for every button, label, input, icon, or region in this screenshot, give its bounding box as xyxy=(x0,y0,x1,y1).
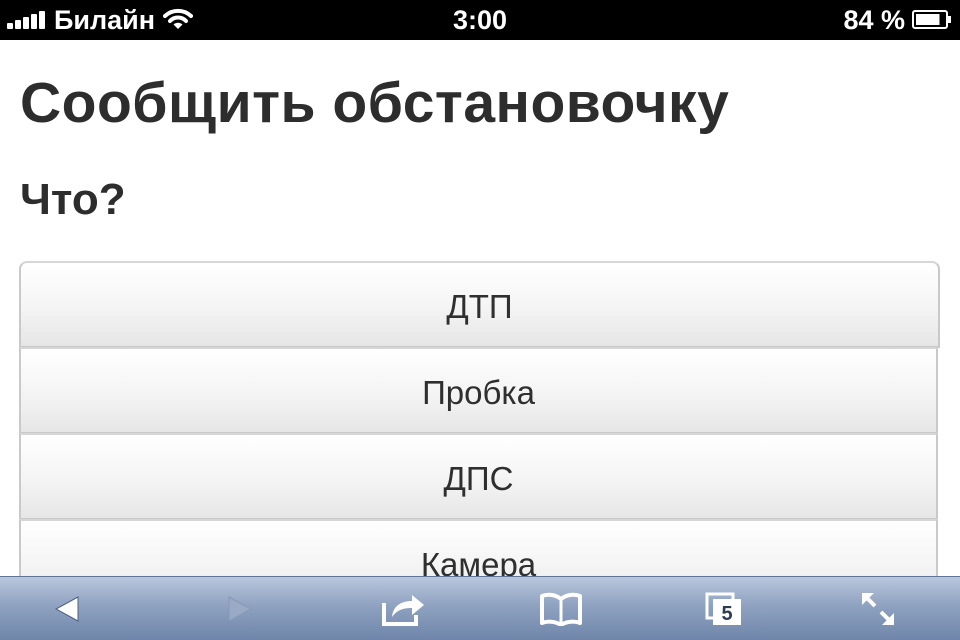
clock: 3:00 xyxy=(452,5,508,35)
battery-icon xyxy=(912,10,951,29)
forward-icon xyxy=(228,596,253,622)
back-icon xyxy=(54,596,79,622)
tabs-icon: 5 xyxy=(705,592,741,625)
option-button-camera[interactable]: Камера xyxy=(19,519,938,576)
tabs-button[interactable]: 5 xyxy=(684,577,764,640)
option-button-traffic-police[interactable]: ДПС xyxy=(19,433,938,520)
option-button-traffic-jam[interactable]: Пробка xyxy=(19,347,938,434)
browser-toolbar: 5 xyxy=(0,576,960,640)
tabs-count: 5 xyxy=(721,603,732,625)
status-bar: Билайн 3:00 84 % xyxy=(0,0,960,40)
bookmarks-button[interactable] xyxy=(521,577,601,640)
battery-percent: 84 % xyxy=(843,5,905,35)
bookmarks-icon xyxy=(540,592,582,626)
share-button[interactable] xyxy=(364,577,444,640)
share-icon xyxy=(382,595,424,626)
safari-screen: Билайн 3:00 84 % Сообщить обстановочку Ч… xyxy=(0,0,960,640)
web-page: Сообщить обстановочку Что? ДТП Пробка ДП… xyxy=(0,40,960,576)
back-button[interactable] xyxy=(27,577,107,640)
section-title: Что? xyxy=(20,175,126,224)
fullscreen-icon xyxy=(862,593,894,625)
forward-button[interactable] xyxy=(200,577,280,640)
option-button-dtp[interactable]: ДТП xyxy=(19,261,940,348)
option-list: ДТП Пробка ДПС Камера xyxy=(19,261,940,576)
fullscreen-button[interactable] xyxy=(838,577,918,640)
page-title: Сообщить обстановочку xyxy=(20,71,730,135)
